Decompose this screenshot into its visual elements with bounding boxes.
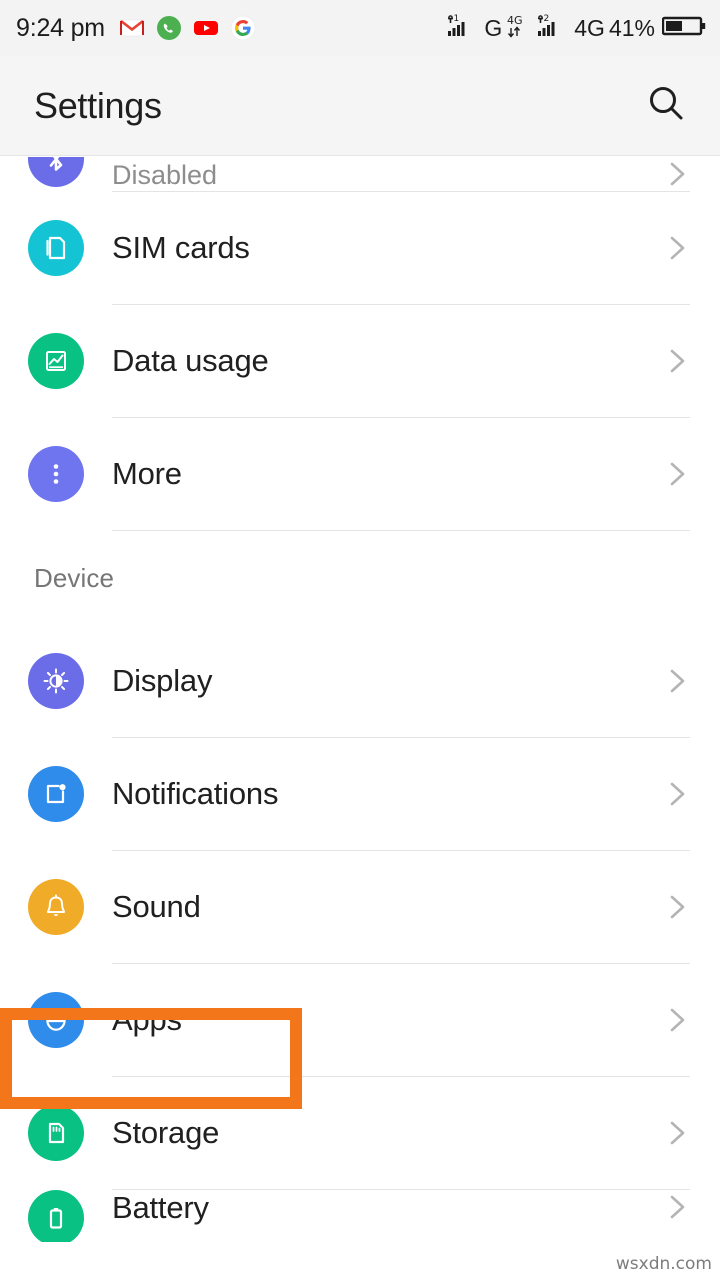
list-item-label: Sound xyxy=(112,888,201,924)
chevron-right-icon xyxy=(660,664,694,698)
list-item-label: SIM cards xyxy=(112,229,250,265)
bell-icon xyxy=(28,879,84,935)
status-bar-notification-icons xyxy=(119,15,256,41)
notifications-icon xyxy=(28,766,84,822)
chevron-right-icon xyxy=(660,1190,694,1224)
battery-percent-label: 41% xyxy=(608,14,655,41)
app-bar-actions xyxy=(638,78,694,134)
signal-sim2-icon: 2 xyxy=(534,12,570,45)
list-item[interactable]: Battery xyxy=(0,1190,720,1242)
chevron-right-icon xyxy=(660,231,694,265)
battery-icon xyxy=(28,1190,84,1242)
gmail-icon xyxy=(119,15,145,41)
list-item-text: SIM cards xyxy=(112,230,660,267)
signal-sim1-icon: 1 xyxy=(444,12,480,45)
chevron-right-icon xyxy=(660,1116,694,1150)
status-bar: 9:24 pm 1 G 4G 2 4G 41% xyxy=(0,0,720,56)
svg-text:4G: 4G xyxy=(507,14,523,27)
data-usage-icon xyxy=(28,333,84,389)
chevron-right-icon xyxy=(660,777,694,811)
list-item-text: More xyxy=(112,456,660,493)
settings-scroll-area[interactable]: Bluetooth Disabled SIM cards xyxy=(0,157,720,1280)
list-item-label: Notifications xyxy=(112,775,279,811)
list-item[interactable]: Bluetooth Disabled xyxy=(0,157,720,191)
search-button[interactable] xyxy=(638,78,694,134)
google-icon xyxy=(230,15,256,41)
list-item-text: Display xyxy=(112,663,660,700)
network-type-sim2-label: 4G xyxy=(574,14,605,41)
list-item[interactable]: Display xyxy=(0,625,720,737)
list-item-text: Apps xyxy=(112,1002,660,1039)
list-item-text: Storage xyxy=(112,1115,660,1152)
list-item[interactable]: Storage xyxy=(0,1077,720,1189)
list-item[interactable]: Notifications xyxy=(0,738,720,850)
list-item-text: Notifications xyxy=(112,776,660,813)
page-title: Settings xyxy=(34,84,162,126)
section-header-device: Device xyxy=(0,531,720,625)
more-vertical-icon xyxy=(28,446,84,502)
list-item[interactable]: Sound xyxy=(0,851,720,963)
list-item-text: Battery xyxy=(112,1190,660,1227)
status-bar-system-icons: 1 G 4G 2 4G 41% xyxy=(444,12,706,45)
list-item-label: Display xyxy=(112,662,213,698)
chevron-right-icon xyxy=(660,157,694,191)
storage-icon xyxy=(28,1105,84,1161)
svg-text:1: 1 xyxy=(454,14,460,24)
list-item[interactable]: SIM cards xyxy=(0,192,720,304)
chevron-right-icon xyxy=(660,457,694,491)
search-icon xyxy=(644,81,688,130)
chevron-right-icon xyxy=(660,890,694,924)
list-item-sublabel: Disabled xyxy=(112,159,218,190)
battery-icon xyxy=(661,14,706,43)
whatsapp-icon xyxy=(156,15,182,41)
chevron-right-icon xyxy=(660,1003,694,1037)
list-item-label: More xyxy=(112,455,182,491)
android-apps-icon xyxy=(28,992,84,1048)
bluetooth-icon xyxy=(28,157,84,187)
watermark: wsxdn.com xyxy=(615,1254,712,1274)
list-item-apps[interactable]: Apps xyxy=(0,964,720,1076)
list-item-label: Battery xyxy=(112,1190,209,1225)
list-item-text: Sound xyxy=(112,889,660,926)
svg-text:2: 2 xyxy=(544,14,550,24)
youtube-icon xyxy=(193,15,219,41)
brightness-icon xyxy=(28,653,84,709)
chevron-right-icon xyxy=(660,344,694,378)
sim-card-icon xyxy=(28,220,84,276)
list-item-text: Data usage xyxy=(112,343,660,380)
data-transfer-icon: 4G xyxy=(506,12,530,45)
status-bar-clock: 9:24 pm xyxy=(16,13,105,42)
settings-list: Bluetooth Disabled SIM cards xyxy=(0,157,720,1242)
network-type-sim1-label: G xyxy=(484,14,503,41)
list-item[interactable]: More xyxy=(0,418,720,530)
section-header-label: Device xyxy=(34,562,115,593)
app-bar: Settings xyxy=(0,56,720,156)
list-item-text: Bluetooth Disabled xyxy=(112,157,660,191)
list-item[interactable]: Data usage xyxy=(0,305,720,417)
list-item-label: Storage xyxy=(112,1114,220,1150)
list-item-label: Data usage xyxy=(112,342,269,378)
list-item-label: Apps xyxy=(112,1001,182,1037)
